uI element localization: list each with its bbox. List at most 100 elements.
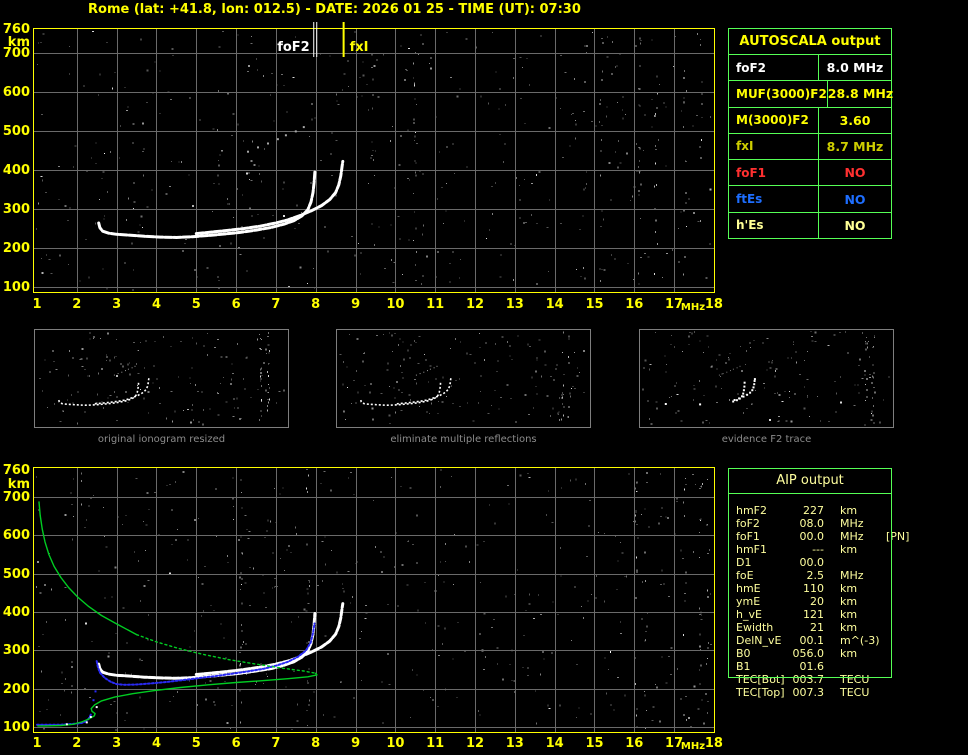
thumb-trace [58,365,150,407]
table-row: DelN_vE 00.1 m^(-3) [728,634,918,647]
param-label: M(3000)F2 [729,107,819,133]
table-row: hmF2 227 km [728,504,918,517]
aip-param: hmE [736,582,761,595]
series-density-profile-F-top [38,501,138,636]
table-row: MUF(3000)F2 28.8 MHz [729,81,894,108]
aip-param: h_vE [736,608,762,621]
aip-param: ymE [736,595,761,608]
plot-frame [33,28,715,293]
svg-text:10: 10 [386,297,404,312]
param-label: foF2 [729,55,819,81]
svg-text:100: 100 [3,720,30,735]
svg-text:3: 3 [112,736,121,751]
svg-text:400: 400 [3,605,30,620]
table-row: foE 2.5 MHz [728,569,918,582]
thumbnail-caption-3: evidence F2 trace [721,434,812,445]
aip-unit: km [840,608,858,621]
svg-text:10: 10 [386,736,404,751]
svg-text:14: 14 [546,297,564,312]
param-value: 8.7 MHz [826,138,884,154]
svg-text:11: 11 [426,736,444,751]
marker-foF2: foF2 [277,22,318,57]
aip-param: foF2 [736,517,760,530]
table-row: ymE 20 km [728,595,918,608]
svg-text:1: 1 [32,736,41,751]
svg-text:13: 13 [506,297,524,312]
aip-param: DelN_vE [736,634,782,647]
aip-unit: MHz [840,569,864,582]
svg-text:6: 6 [232,297,241,312]
aip-unit: km [840,582,858,595]
table-row: B0 056.0 km [728,647,918,660]
svg-text:300: 300 [3,202,30,217]
param-label: ftEs [729,186,819,212]
svg-text:8: 8 [311,736,320,751]
noise-dots [39,331,285,426]
param-value: NO [844,165,866,181]
aip-value: 2.5 [806,569,825,582]
aip-unit: MHz [840,530,864,543]
aip-unit: MHz [840,517,864,530]
table-row: ftEs NO [729,186,891,213]
svg-text:4: 4 [152,736,161,751]
svg-text:MHz: MHz [681,741,705,752]
param-label: fxI [729,133,819,160]
svg-text:18: 18 [705,736,723,751]
series-restored-E-trace [36,713,92,726]
aip-value: 00.0 [799,556,825,569]
svg-text:200: 200 [3,682,30,697]
series-density-profile-F-mid [135,633,317,674]
thumbnail-original-ionogram [34,329,289,428]
svg-text:15: 15 [585,297,603,312]
svg-text:7: 7 [271,736,280,751]
svg-text:18: 18 [705,297,723,312]
svg-text:700: 700 [3,490,30,505]
autoscala-table-title: AUTOSCALA output [729,29,891,55]
table-row: Ewidth 21 km [728,621,918,634]
axis-labels: 1 2 3 4 5 6 7 8 9 10 11 12 13 14 15 16 17 18MHz760km70060… [3,463,723,752]
aip-value: 08.0 [799,517,825,530]
svg-text:16: 16 [625,297,643,312]
table-row: B1 01.6 [728,660,918,673]
svg-text:6: 6 [232,736,241,751]
table-row: foF1 00.0 MHz [PN] [728,530,918,543]
page-title: Rome (lat: +41.8, lon: 012.5) - DATE: 20… [88,2,581,17]
aip-param: D1 [736,556,752,569]
aip-param: foF1 [736,530,760,543]
svg-text:5: 5 [192,297,201,312]
table-row: fxI 8.7 MHz [729,133,891,161]
aip-value: 110 [803,582,824,595]
svg-text:300: 300 [3,643,30,658]
param-label: foF1 [729,160,819,186]
svg-text:600: 600 [3,85,30,100]
series-restored-isolated-points [92,690,97,702]
param-value: NO [844,217,866,233]
aip-value: 007.3 [792,686,825,699]
noise-dots [35,31,712,291]
series-F2-trace-ordinary [97,170,317,239]
aip-extra: [PN] [886,530,910,543]
svg-text:700: 700 [3,46,30,61]
aip-unit: m^(-3) [840,634,880,647]
param-value: 28.8 MHz [827,86,894,102]
noise-dots [35,469,712,731]
aip-param: hmF2 [736,504,768,517]
thumbnail-evidence-f2-trace [639,329,894,428]
svg-text:4: 4 [152,297,161,312]
grid [34,468,714,732]
table-row: foF2 08.0 MHz [728,517,918,530]
svg-text:15: 15 [585,736,603,751]
param-label: h'Es [729,212,819,238]
table-row: h'Es NO [729,212,891,238]
aip-value: 121 [803,608,824,621]
svg-text:500: 500 [3,124,30,139]
svg-text:200: 200 [3,241,30,256]
aip-output-rows: hmF2 227 km foF2 08.0 MHz foF1 00.0 MHz [PN] hmF1 -… [728,504,918,699]
param-label: MUF(3000)F2 [729,81,828,107]
aip-param: Ewidth [736,621,774,634]
marker-fxI: fxI [342,22,369,57]
aip-unit: TECU [840,686,870,699]
aip-unit: TECU [840,673,870,686]
autoscala-window: Rome (lat: +41.8, lon: 012.5) - DATE: 20… [0,0,968,755]
ionogram-plot-top: foF2 fxI1 2 3 4 5 6 7 8 9 10 11 12 13 14 15 16 17 18MHz760… [3,22,723,313]
